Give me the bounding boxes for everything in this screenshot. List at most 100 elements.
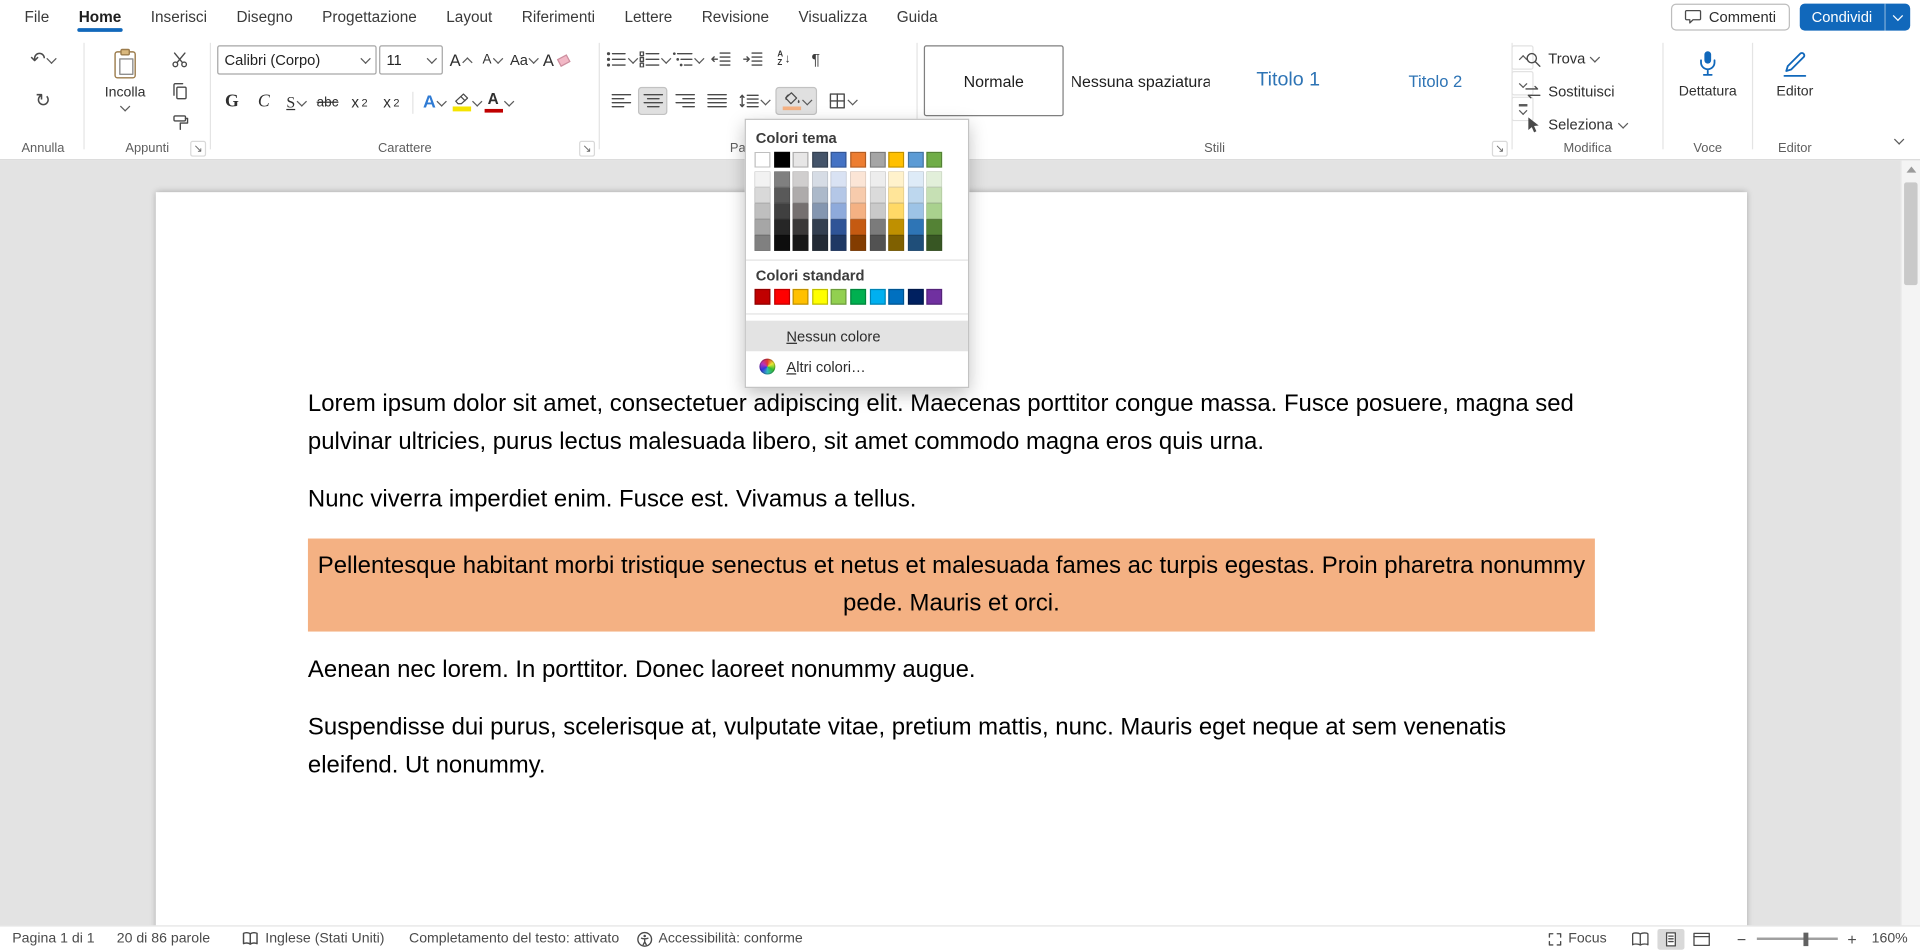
carattere-dialog-launcher[interactable]: ↘ [579,141,595,157]
zoom-out-button[interactable]: − [1734,930,1749,948]
print-layout-button[interactable] [1657,928,1684,949]
menu-tab-riferimenti[interactable]: Riferimenti [507,0,610,33]
theme-variant-swatch[interactable] [793,235,809,251]
theme-color-swatch[interactable] [831,152,847,168]
zoom-in-button[interactable]: + [1845,930,1860,948]
menu-tab-lettere[interactable]: Lettere [610,0,687,33]
menu-tab-inserisci[interactable]: Inserisci [136,0,222,33]
theme-variant-swatch[interactable] [831,219,847,235]
theme-variant-swatch[interactable] [793,171,809,187]
theme-variant-swatch[interactable] [888,187,904,203]
theme-color-swatch[interactable] [812,152,828,168]
paragraph-5[interactable]: Suspendisse dui purus, scelerisque at, v… [308,709,1595,785]
menu-tab-progettazione[interactable]: Progettazione [307,0,431,33]
theme-variant-swatch[interactable] [850,219,866,235]
undo-button[interactable]: ↶ [9,45,78,73]
align-right-button[interactable] [670,87,699,115]
theme-color-swatch[interactable] [850,152,866,168]
theme-variant-swatch[interactable] [888,171,904,187]
focus-toggle[interactable]: Focus [1549,931,1607,946]
style-card-titolo-2[interactable]: Titolo 2 [1365,45,1505,116]
theme-variant-swatch[interactable] [869,187,885,203]
menu-tab-file[interactable]: File [10,0,64,33]
align-center-button[interactable] [638,87,667,115]
vertical-scrollbar[interactable] [1900,160,1920,926]
word-count[interactable]: 20 di 86 parole [117,931,210,946]
theme-variant-swatch[interactable] [888,219,904,235]
zoom-slider[interactable] [1756,938,1837,940]
text-highlight-button[interactable] [451,88,480,116]
theme-color-swatch[interactable] [755,152,771,168]
theme-variant-swatch[interactable] [927,235,943,251]
theme-color-swatch[interactable] [888,152,904,168]
theme-variant-swatch[interactable] [831,235,847,251]
theme-variant-swatch[interactable] [774,235,790,251]
style-card-titolo-1[interactable]: Titolo 1 [1218,45,1358,116]
grow-font-button[interactable]: A [445,46,474,74]
theme-variant-swatch[interactable] [774,203,790,219]
comments-button[interactable]: Commenti [1671,3,1790,30]
replace-button[interactable]: Sostituisci [1519,78,1656,105]
paragraph-4[interactable]: Aenean nec lorem. In porttitor. Donec la… [308,651,1595,689]
shading-button[interactable] [775,87,817,115]
theme-variant-swatch[interactable] [793,187,809,203]
theme-variant-swatch[interactable] [850,187,866,203]
standard-color-swatch[interactable] [927,289,943,305]
shrink-font-button[interactable]: A [477,46,506,74]
theme-variant-swatch[interactable] [755,203,771,219]
underline-button[interactable]: S [281,88,310,116]
italic-button[interactable]: C [249,88,278,116]
paragraph-2[interactable]: Nunc viverra imperdiet enim. Fusce est. … [308,481,1595,519]
font-color-button[interactable]: A [483,88,512,116]
theme-color-swatch[interactable] [908,152,924,168]
read-mode-button[interactable] [1626,928,1653,949]
theme-variant-swatch[interactable] [850,203,866,219]
text-effects-button[interactable]: A [420,88,449,116]
theme-variant-swatch[interactable] [850,171,866,187]
sort-button[interactable]: AZ ↓ [769,45,798,73]
theme-color-swatch[interactable] [793,152,809,168]
change-case-button[interactable]: Aa [509,46,538,74]
collapse-ribbon-button[interactable] [1895,127,1902,149]
text-completion-status[interactable]: Completamento del testo: attivato [409,931,619,946]
theme-variant-swatch[interactable] [908,219,924,235]
menu-tab-layout[interactable]: Layout [432,0,507,33]
zoom-level[interactable]: 160% [1872,931,1908,946]
align-left-button[interactable] [606,87,635,115]
more-colors-option[interactable]: Altri colori… [746,351,968,382]
standard-color-swatch[interactable] [850,289,866,305]
theme-color-swatch[interactable] [927,152,943,168]
superscript-button[interactable]: x2 [377,88,406,116]
share-dropdown-button[interactable] [1884,3,1910,30]
theme-variant-swatch[interactable] [869,171,885,187]
theme-variant-swatch[interactable] [812,171,828,187]
theme-variant-swatch[interactable] [774,171,790,187]
paragraph-3[interactable]: Pellentesque habitant morbi tristique se… [308,539,1595,632]
editor-button[interactable]: Editor [1761,45,1830,139]
theme-variant-swatch[interactable] [812,203,828,219]
no-color-option[interactable]: Nessun colore [746,321,968,352]
decrease-indent-button[interactable] [705,45,734,73]
theme-variant-swatch[interactable] [831,171,847,187]
scrollbar-thumb[interactable] [1904,182,1917,285]
menu-tab-revisione[interactable]: Revisione [687,0,784,33]
theme-variant-swatch[interactable] [774,187,790,203]
theme-variant-swatch[interactable] [755,219,771,235]
web-layout-button[interactable] [1688,928,1715,949]
theme-variant-swatch[interactable] [908,203,924,219]
bold-button[interactable]: G [217,88,246,116]
select-button[interactable]: Seleziona [1519,111,1656,138]
theme-variant-swatch[interactable] [869,203,885,219]
find-button[interactable]: Trova [1519,45,1656,72]
theme-variant-swatch[interactable] [774,219,790,235]
theme-variant-swatch[interactable] [869,235,885,251]
subscript-button[interactable]: x2 [345,88,374,116]
line-spacing-button[interactable] [734,87,773,115]
format-painter-button[interactable] [164,109,193,137]
language-status[interactable]: Inglese (Stati Uniti) [242,931,385,946]
standard-color-swatch[interactable] [755,289,771,305]
theme-variant-swatch[interactable] [927,219,943,235]
theme-variant-swatch[interactable] [755,171,771,187]
page-indicator[interactable]: Pagina 1 di 1 [12,931,94,946]
style-card-normale[interactable]: Normale [924,45,1064,116]
